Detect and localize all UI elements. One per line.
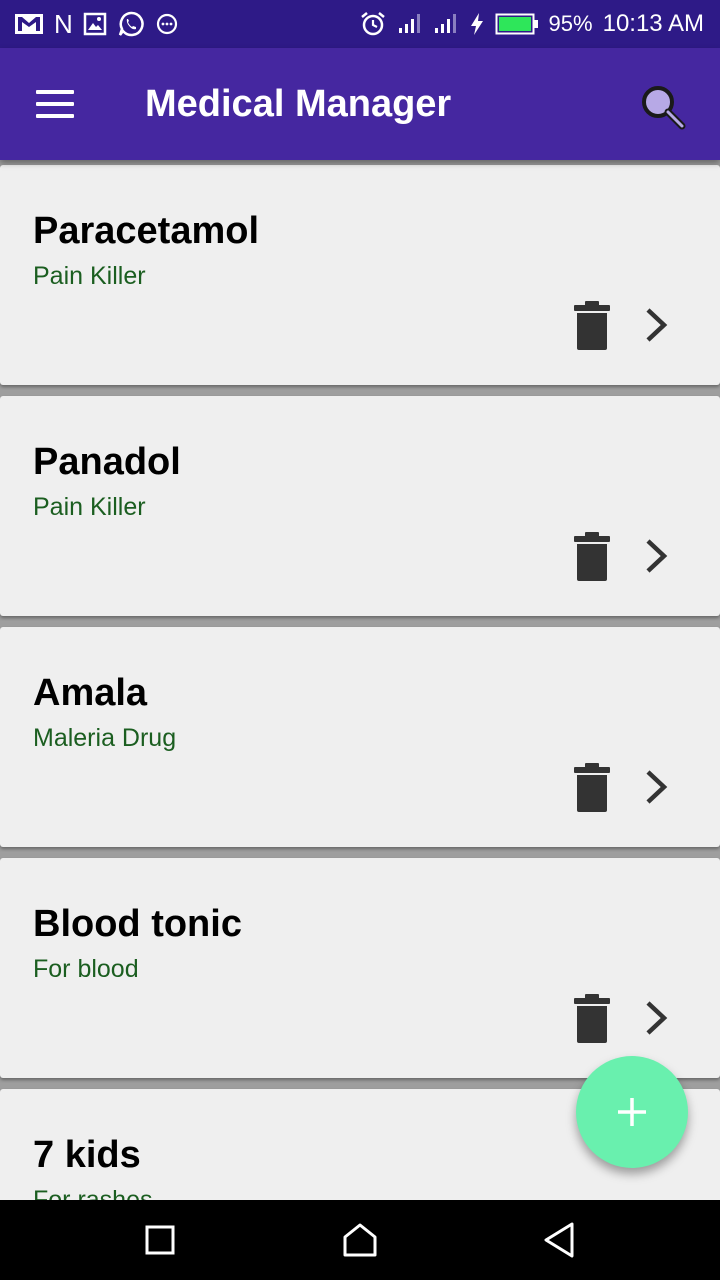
medicine-name: 7 kids (33, 1134, 141, 1176)
back-button[interactable] (540, 1220, 580, 1260)
navigation-bar (0, 1200, 720, 1280)
app-title: Medical Manager (145, 83, 452, 125)
search-button[interactable] (638, 82, 688, 132)
menu-button[interactable] (36, 88, 76, 120)
back-triangle-icon (544, 1222, 574, 1258)
delete-button[interactable] (572, 532, 612, 582)
plus-icon (618, 1098, 646, 1126)
medicine-card[interactable]: Paracetamol Pain Killer (0, 165, 720, 385)
search-icon (642, 86, 686, 130)
delete-button[interactable] (572, 301, 612, 351)
open-details-button[interactable] (642, 536, 672, 576)
gmail-icon (14, 12, 44, 36)
trash-icon (574, 532, 610, 581)
square-icon (145, 1225, 175, 1255)
trash-icon (574, 763, 610, 812)
medicine-category: Maleria Drug (33, 724, 177, 752)
medicine-name: Amala (33, 672, 148, 714)
open-details-button[interactable] (642, 305, 672, 345)
medicine-category: Pain Killer (33, 262, 146, 290)
hamburger-icon (36, 90, 74, 94)
medicine-category: For blood (33, 955, 139, 983)
medicine-category: Pain Killer (33, 493, 146, 521)
medicine-name: Blood tonic (33, 903, 242, 945)
alarm-icon (359, 10, 387, 38)
battery-percentage: 95% (548, 11, 593, 36)
signal-icon (397, 13, 423, 35)
trash-icon (574, 301, 610, 350)
signal-icon (433, 13, 459, 35)
delete-button[interactable] (572, 994, 612, 1044)
status-time: 10:13 AM (602, 10, 704, 37)
home-button[interactable] (340, 1220, 380, 1260)
whatsapp-icon (117, 10, 145, 38)
medicine-card[interactable]: Blood tonic For blood (0, 858, 720, 1078)
home-icon (343, 1223, 377, 1257)
open-details-button[interactable] (642, 998, 672, 1038)
app-bar: Medical Manager (0, 48, 720, 160)
notification-icons: N (14, 9, 179, 40)
battery-icon (495, 12, 539, 36)
medicine-list[interactable]: Paracetamol Pain Killer Panadol Pain Kil… (0, 160, 720, 1200)
chevron-right-icon (646, 539, 668, 573)
medicine-name: Paracetamol (33, 210, 260, 252)
trash-icon (574, 994, 610, 1043)
charging-icon (469, 12, 485, 36)
recents-button[interactable] (140, 1220, 180, 1260)
medicine-category: For rashes (33, 1186, 153, 1200)
image-icon (83, 12, 107, 36)
open-details-button[interactable] (642, 767, 672, 807)
chevron-right-icon (646, 308, 668, 342)
chevron-right-icon (646, 1001, 668, 1035)
chat-bubble-icon (155, 12, 179, 36)
medicine-card[interactable]: Amala Maleria Drug (0, 627, 720, 847)
medicine-card[interactable]: Panadol Pain Killer (0, 396, 720, 616)
system-icons: 95% 10:13 AM (359, 10, 704, 38)
chevron-right-icon (646, 770, 668, 804)
delete-button[interactable] (572, 763, 612, 813)
n-icon: N (54, 8, 73, 39)
status-bar: N 95% 10:13 AM (0, 0, 720, 48)
add-medicine-button[interactable] (576, 1056, 688, 1168)
medicine-name: Panadol (33, 441, 181, 483)
